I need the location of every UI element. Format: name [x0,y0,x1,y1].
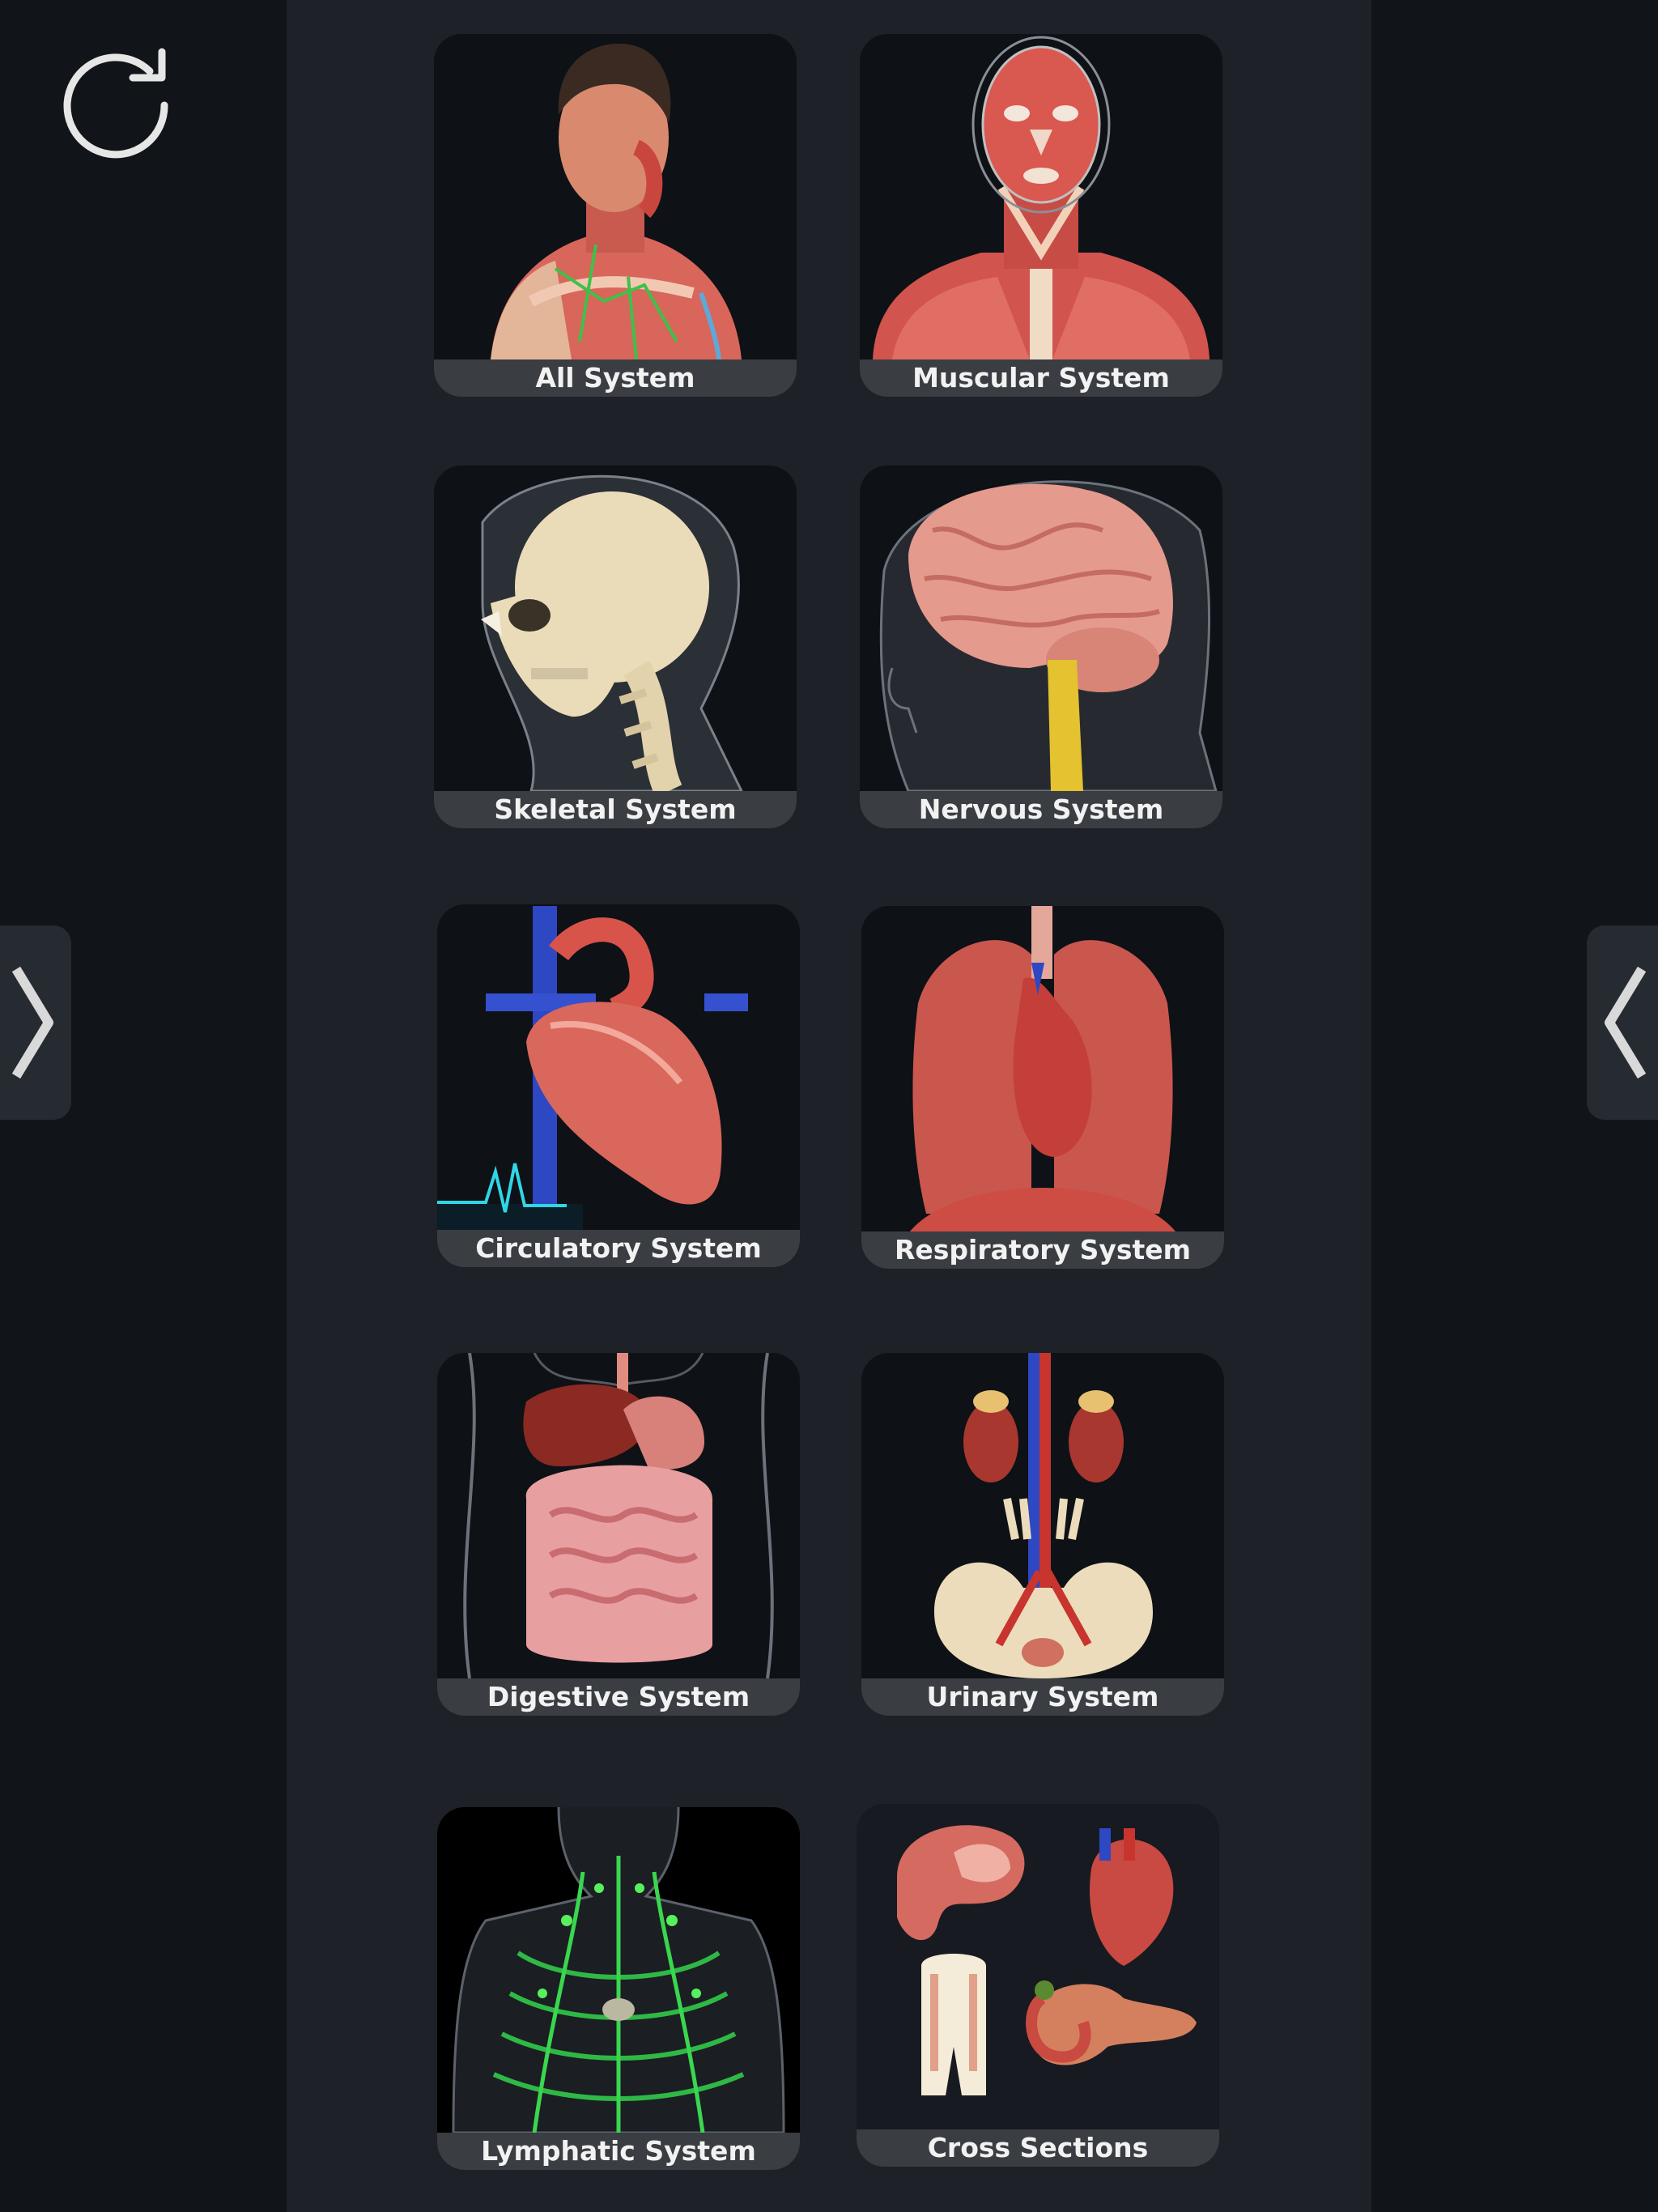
tile-nervous-system[interactable]: Nervous System [860,466,1222,828]
muscular-system-image [860,34,1222,359]
cross-sections-image [857,1804,1219,2129]
previous-page-button[interactable] [0,925,71,1120]
tile-label: All System [434,359,797,397]
tile-label: Digestive System [437,1678,800,1716]
chevron-right-icon [11,966,53,1079]
tile-respiratory-system[interactable]: Respiratory System [861,906,1224,1269]
tile-circulatory-system[interactable]: Circulatory System [437,904,800,1267]
skeletal-system-image [434,466,797,791]
tile-label: Circulatory System [437,1230,800,1267]
tile-skeletal-system[interactable]: Skeletal System [434,466,797,828]
tile-all-system[interactable]: All System [434,34,797,397]
tile-urinary-system[interactable]: Urinary System [861,1353,1224,1716]
next-page-button[interactable] [1587,925,1658,1120]
tile-label: Cross Sections [857,2129,1219,2167]
circulatory-system-image [437,904,800,1230]
app-screen: All System Muscular System Skeletal Syst… [0,0,1658,2212]
digestive-system-image [437,1353,800,1678]
nervous-system-image [860,466,1222,791]
tile-lymphatic-system[interactable]: Lymphatic System [437,1807,800,2170]
tile-label: Urinary System [861,1678,1224,1716]
tile-label: Lymphatic System [437,2133,800,2170]
tile-muscular-system[interactable]: Muscular System [860,34,1222,397]
urinary-system-image [861,1353,1224,1678]
refresh-icon[interactable] [58,47,180,168]
tile-digestive-system[interactable]: Digestive System [437,1353,800,1716]
tile-label: Muscular System [860,359,1222,397]
tile-label: Skeletal System [434,791,797,828]
tile-label: Respiratory System [861,1231,1224,1269]
tile-label: Nervous System [860,791,1222,828]
lymphatic-system-image [437,1807,800,2133]
chevron-left-icon [1605,966,1647,1079]
tile-cross-sections[interactable]: Cross Sections [857,1804,1219,2167]
all-system-image [434,34,797,359]
respiratory-system-image [861,906,1224,1231]
